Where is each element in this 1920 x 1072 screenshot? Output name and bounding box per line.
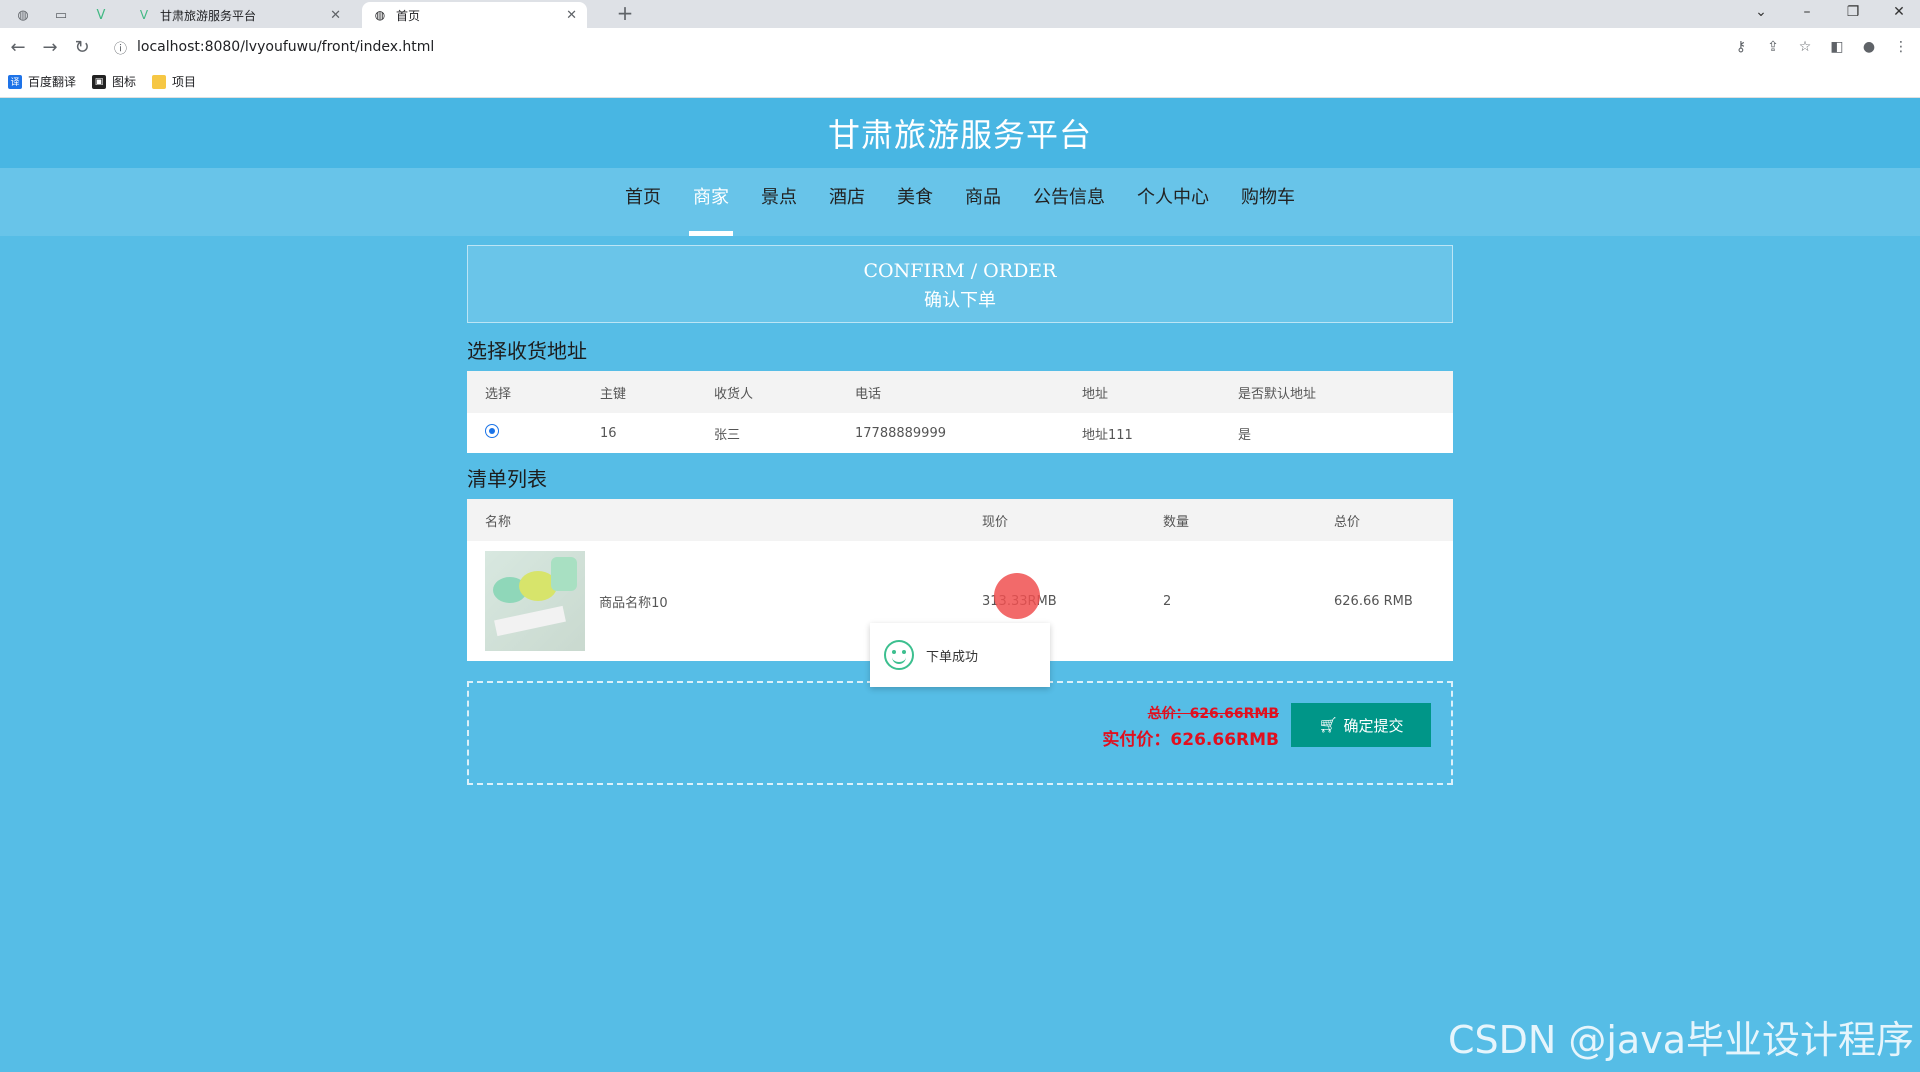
order-title-cn: 确认下单 bbox=[924, 290, 996, 311]
col-price: 现价 bbox=[964, 499, 1145, 541]
vue-icon: V bbox=[139, 8, 149, 22]
order-title-en: CONFIRM / ORDER bbox=[863, 260, 1057, 282]
col-recipient: 收货人 bbox=[696, 371, 837, 413]
address-table: 选择 主键 收货人 电话 地址 是否默认地址 16 张三 17788889999… bbox=[467, 371, 1453, 453]
product-total: 626.66 RMB bbox=[1334, 593, 1413, 609]
table-header: 名称 现价 数量 总价 bbox=[467, 499, 1453, 541]
site-title: 甘肃旅游服务平台 bbox=[827, 116, 1092, 154]
window-close-icon[interactable]: ✕ bbox=[1884, 4, 1914, 20]
forward-icon[interactable]: → bbox=[34, 31, 66, 63]
nav-announcements[interactable]: 公告信息 bbox=[1017, 168, 1121, 236]
product-name: 商品名称10 bbox=[599, 595, 668, 611]
order-title-box: CONFIRM / ORDER 确认下单 bbox=[467, 245, 1453, 323]
address-default: 是 bbox=[1238, 427, 1252, 443]
info-icon[interactable]: ⓘ bbox=[114, 38, 127, 57]
share-icon[interactable]: ⇪ bbox=[1760, 34, 1786, 60]
address-id: 16 bbox=[600, 425, 617, 441]
address-name: 张三 bbox=[714, 427, 741, 443]
address-bar[interactable]: ⓘ localhost:8080/lvyoufuwu/front/index.h… bbox=[106, 32, 1726, 62]
globe-icon: ◍ bbox=[374, 8, 386, 22]
total-price: 总价：626.66RMB bbox=[1147, 706, 1279, 722]
nav-food[interactable]: 美食 bbox=[881, 168, 949, 236]
tab-platform[interactable]: V 甘肃旅游服务平台 ✕ bbox=[126, 2, 351, 28]
col-name: 名称 bbox=[467, 499, 964, 541]
col-default: 是否默认地址 bbox=[1220, 371, 1453, 413]
site-header: 甘肃旅游服务平台 bbox=[0, 98, 1920, 168]
product-qty: 2 bbox=[1163, 593, 1172, 609]
smile-icon bbox=[884, 640, 914, 670]
order-summary: 总价：626.66RMB 实付价：626.66RMB 🛒︎ 确定提交 bbox=[467, 681, 1453, 785]
order-container: CONFIRM / ORDER 确认下单 选择收货地址 选择 主键 收货人 电话… bbox=[467, 245, 1453, 785]
bookmark-icons[interactable]: ▣ 图标 bbox=[92, 73, 136, 90]
blank-tab-icon[interactable]: ▭ bbox=[46, 4, 76, 26]
minimize-icon[interactable]: – bbox=[1792, 4, 1822, 20]
reload-icon[interactable]: ↻ bbox=[66, 31, 98, 63]
back-icon[interactable]: ← bbox=[2, 31, 34, 63]
address-phone: 17788889999 bbox=[855, 425, 946, 441]
bookmark-project[interactable]: 项目 bbox=[152, 73, 196, 90]
image-icon: ▣ bbox=[92, 74, 107, 89]
close-icon[interactable]: ✕ bbox=[330, 8, 341, 23]
submit-order-button[interactable]: 🛒︎ 确定提交 bbox=[1291, 703, 1431, 747]
table-header: 选择 主键 收货人 电话 地址 是否默认地址 bbox=[467, 371, 1453, 413]
col-address: 地址 bbox=[1064, 371, 1220, 413]
tab-search-icon[interactable]: ⌄ bbox=[1746, 4, 1776, 20]
main-nav: 首页 商家 景点 酒店 美食 商品 公告信息 个人中心 购物车 bbox=[0, 168, 1920, 236]
table-row[interactable]: 16 张三 17788889999 地址111 是 bbox=[467, 413, 1453, 453]
folder-icon bbox=[152, 74, 167, 89]
star-icon[interactable]: ☆ bbox=[1792, 34, 1818, 60]
paid-price: 实付价：626.66RMB bbox=[1102, 730, 1279, 750]
bookmark-translate[interactable]: 译 百度翻译 bbox=[8, 73, 76, 90]
translate-icon: 译 bbox=[8, 74, 22, 89]
col-select: 选择 bbox=[467, 371, 582, 413]
address-radio[interactable] bbox=[485, 424, 499, 438]
col-phone: 电话 bbox=[837, 371, 1064, 413]
nav-products[interactable]: 商品 bbox=[949, 168, 1017, 236]
bookmarks-bar: 译 百度翻译 ▣ 图标 项目 bbox=[0, 66, 1920, 98]
address-section-title: 选择收货地址 bbox=[467, 339, 587, 363]
nav-profile[interactable]: 个人中心 bbox=[1121, 168, 1225, 236]
col-id: 主键 bbox=[582, 371, 696, 413]
nav-merchant[interactable]: 商家 bbox=[677, 168, 745, 236]
close-icon[interactable]: ✕ bbox=[566, 8, 577, 23]
menu-icon[interactable]: ⋮ bbox=[1888, 34, 1914, 60]
nav-attractions[interactable]: 景点 bbox=[745, 168, 813, 236]
col-qty: 数量 bbox=[1145, 499, 1316, 541]
vue-icon[interactable]: V bbox=[86, 4, 116, 26]
cart-icon: 🛒︎ bbox=[1318, 716, 1338, 734]
nav-cart[interactable]: 购物车 bbox=[1225, 168, 1311, 236]
browser-tabstrip: ◍ ▭ V V 甘肃旅游服务平台 ✕ ◍ 首页 ✕ + ⌄ – ❐ ✕ bbox=[0, 0, 1920, 28]
success-toast: 下单成功 bbox=[870, 623, 1050, 687]
new-tab-button[interactable]: + bbox=[612, 3, 638, 25]
globe-icon[interactable]: ◍ bbox=[8, 4, 38, 26]
watermark: CSDN @java毕业设计程序 bbox=[1447, 1018, 1914, 1062]
profile-icon[interactable]: ● bbox=[1856, 34, 1882, 60]
nav-home[interactable]: 首页 bbox=[609, 168, 677, 236]
browser-toolbar: ← → ↻ ⓘ localhost:8080/lvyoufuwu/front/i… bbox=[0, 28, 1920, 66]
toast-message: 下单成功 bbox=[926, 649, 979, 665]
address-text: 地址111 bbox=[1082, 427, 1133, 443]
col-total: 总价 bbox=[1316, 499, 1453, 541]
nav-hotels[interactable]: 酒店 bbox=[813, 168, 881, 236]
product-thumbnail[interactable] bbox=[485, 551, 585, 651]
restore-icon[interactable]: ❐ bbox=[1838, 4, 1868, 20]
key-icon[interactable]: ⚷ bbox=[1728, 34, 1754, 60]
tab-home[interactable]: ◍ 首页 ✕ bbox=[362, 2, 587, 28]
list-section-title: 清单列表 bbox=[467, 467, 547, 491]
click-indicator bbox=[994, 573, 1040, 619]
sidepanel-icon[interactable]: ◧ bbox=[1824, 34, 1850, 60]
